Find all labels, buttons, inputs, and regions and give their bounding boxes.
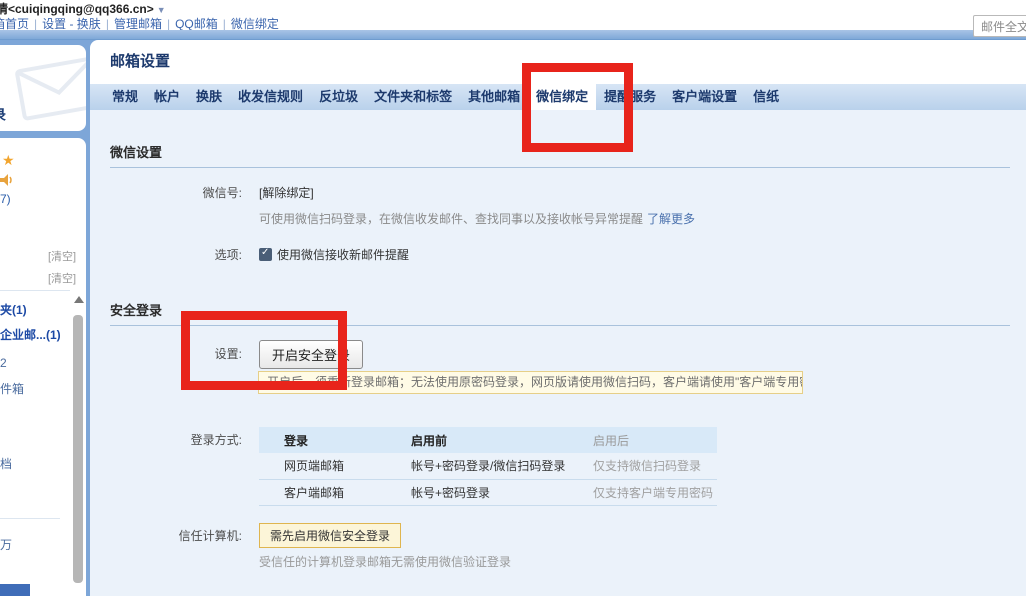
sidebar-item-folder[interactable]: 夹(1) (0, 301, 27, 318)
top-header: 情<cuiqingqing@qq366.cn>▼ 箱首页 | 设置 - 换肤 | 管理邮… (0, 0, 1026, 30)
sidebar-divider (0, 290, 70, 291)
trusted-computer-row: 信任计算机: 需先启用微信安全登录 (90, 523, 1026, 548)
tab-other-mailboxes[interactable]: 其他邮箱 (460, 84, 528, 110)
sidebar-item-enterprise-mail[interactable]: 企业邮...(1) (0, 326, 61, 343)
wechat-description: 可使用微信扫码登录，在微信收发邮件、查找同事以及接收帐号异常提醒了解更多 (259, 210, 695, 227)
sidebar-top-label: 录 (0, 105, 6, 125)
account-dropdown-icon[interactable]: ▼ (157, 5, 166, 15)
tab-reminder-service[interactable]: 提醒服务 (596, 84, 664, 110)
col-header-before: 启用前 (386, 427, 568, 453)
tab-stationery[interactable]: 信纸 (745, 84, 787, 110)
col-header-login: 登录 (259, 427, 386, 453)
tab-folders-labels[interactable]: 文件夹和标签 (366, 84, 460, 110)
tab-wechat-binding[interactable]: 微信绑定 (528, 84, 596, 110)
nav-separator: | (34, 17, 37, 31)
clear-link[interactable]: [清空] (48, 248, 76, 264)
cell-client-before: 帐号+密码登录 (386, 479, 568, 505)
security-setting-label: 设置: (90, 340, 242, 369)
wechat-id-label: 微信号: (90, 184, 242, 201)
table-header-row: 登录 启用前 启用后 (259, 427, 717, 453)
tab-mail-rules[interactable]: 收发信规则 (230, 84, 311, 110)
sidebar-item-mailbox[interactable]: 件箱 (0, 380, 24, 397)
sidebar-top-panel: 录 (0, 45, 86, 131)
sidebar-item-archive[interactable]: 档 (0, 455, 12, 472)
nav-link-manage-mail[interactable]: 管理邮箱 (114, 17, 162, 31)
wechat-description-text: 可使用微信扫码登录，在微信收发邮件、查找同事以及接收帐号异常提醒 (259, 212, 643, 226)
sidebar-item[interactable]: 万 (0, 536, 12, 553)
enable-secure-login-button[interactable]: 开启安全登录 (259, 340, 363, 369)
trusted-computer-label: 信任计算机: (90, 523, 242, 548)
scrollbar-up-icon[interactable] (74, 296, 84, 303)
wechat-id-row: 微信号: [解除绑定] (90, 184, 1026, 201)
search-placeholder: 邮件全文搜索 (981, 18, 1026, 35)
table-row: 网页端邮箱 帐号+密码登录/微信扫码登录 仅支持微信扫码登录 (259, 453, 717, 479)
settings-main-panel: 邮箱设置 常规 帐户 换肤 收发信规则 反垃圾 文件夹和标签 其他邮箱 微信绑定… (90, 40, 1026, 596)
account-email: 情<cuiqingqing@qq366.cn> (0, 2, 154, 16)
section-title-wechat-settings: 微信设置 (110, 142, 1010, 168)
sidebar-item[interactable]: 2 (0, 356, 7, 370)
tab-account[interactable]: 帐户 (146, 84, 188, 110)
sidebar-folder-panel: ★ 7) [清空] [清空] 夹(1) 企业邮...(1) 2 件箱 档 万 (0, 138, 86, 596)
tab-content-wechat-binding: 微信设置 微信号: [解除绑定] 可使用微信扫码登录，在微信收发邮件、查找同事以… (90, 110, 1026, 596)
trusted-computer-disabled-button: 需先启用微信安全登录 (259, 523, 401, 548)
page-body: 录 ★ 7) [清空] [清空] 夹(1) 企业邮...(1) 2 件箱 档 万 (0, 40, 1026, 596)
nav-link-home[interactable]: 箱首页 (0, 17, 29, 31)
cell-client-mail: 客户端邮箱 (259, 479, 386, 505)
options-label: 选项: (90, 246, 242, 263)
top-blue-divider (0, 30, 1026, 40)
cell-client-after: 仅支持客户端专用密码 (568, 479, 717, 505)
nav-link-wechat-bind[interactable]: 微信绑定 (231, 17, 279, 31)
wechat-notify-checkbox-label: 使用微信接收新邮件提醒 (277, 246, 409, 263)
section-title-security-login: 安全登录 (110, 300, 1010, 326)
settings-tabbar: 常规 帐户 换肤 收发信规则 反垃圾 文件夹和标签 其他邮箱 微信绑定 提醒服务… (90, 84, 1026, 110)
col-header-after: 启用后 (568, 427, 717, 453)
login-methods-row: 登录方式: 登录 启用前 启用后 网页端邮箱 (90, 427, 1026, 506)
tab-skin[interactable]: 换肤 (188, 84, 230, 110)
qqmail-settings-page: 情<cuiqingqing@qq366.cn>▼ 箱首页 | 设置 - 换肤 | 管理邮… (0, 0, 1026, 596)
bottom-left-block (0, 584, 30, 596)
cell-web-before: 帐号+密码登录/微信扫码登录 (386, 453, 568, 479)
login-methods-table: 登录 启用前 启用后 网页端邮箱 帐号+密码登录/微信扫码登录 仅支持微信扫码登… (259, 427, 717, 506)
login-methods-label: 登录方式: (90, 427, 242, 506)
tab-antispam[interactable]: 反垃圾 (311, 84, 366, 110)
nav-link-settings-skin[interactable]: 设置 - 换肤 (42, 17, 101, 31)
secure-login-warning: 开启后，须重新登录邮箱；无法使用原密码登录，网页版请使用微信扫码，客户端请使用"… (258, 371, 803, 394)
nav-separator: | (167, 17, 170, 31)
options-row: 选项: 使用微信接收新邮件提醒 (90, 246, 1026, 263)
speaker-icon[interactable] (0, 174, 14, 186)
cell-web-mail: 网页端邮箱 (259, 453, 386, 479)
envelope-icon (10, 51, 86, 123)
cell-web-after: 仅支持微信扫码登录 (568, 453, 717, 479)
nav-separator: | (106, 17, 109, 31)
tab-client-settings[interactable]: 客户端设置 (664, 84, 745, 110)
sidebar-divider (0, 518, 60, 519)
star-icon[interactable]: ★ (2, 152, 15, 169)
table-row: 客户端邮箱 帐号+密码登录 仅支持客户端专用密码 (259, 479, 717, 505)
security-setting-row: 设置: 开启安全登录 (90, 340, 1026, 369)
nav-link-qqmail[interactable]: QQ邮箱 (175, 17, 218, 31)
clear-link[interactable]: [清空] (48, 270, 76, 286)
tab-general[interactable]: 常规 (104, 84, 146, 110)
wechat-notify-checkbox[interactable] (259, 248, 272, 261)
learn-more-link[interactable]: 了解更多 (647, 212, 695, 226)
nav-separator: | (223, 17, 226, 31)
trusted-computer-description: 受信任的计算机登录邮箱无需使用微信验证登录 (259, 553, 511, 570)
unbind-link[interactable]: [解除绑定] (259, 184, 314, 201)
unread-count-fragment: 7) (0, 192, 11, 206)
sidebar-scrollbar[interactable] (73, 315, 83, 583)
search-input[interactable]: 邮件全文搜索 (973, 15, 1026, 37)
page-title: 邮箱设置 (110, 50, 170, 71)
